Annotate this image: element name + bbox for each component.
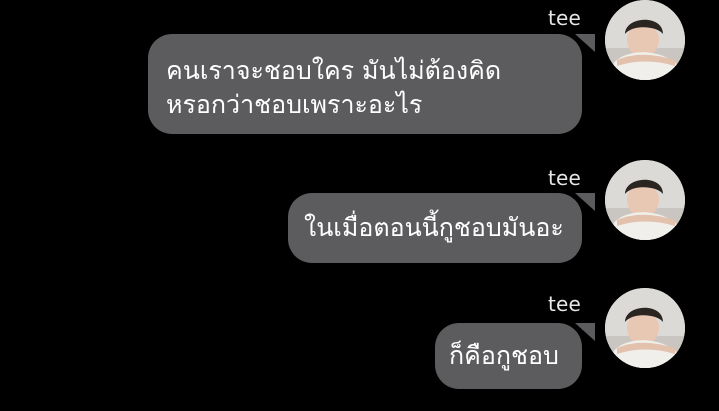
message-bubble[interactable]: ก็คือกูชอบ	[435, 323, 582, 389]
profile-photo-icon	[605, 160, 685, 240]
profile-photo-icon	[605, 288, 685, 368]
sender-name: tee	[547, 166, 581, 190]
bubble-tail	[575, 323, 595, 341]
profile-photo-icon	[605, 0, 685, 80]
avatar[interactable]	[605, 0, 685, 80]
sender-name: tee	[547, 6, 581, 30]
avatar[interactable]	[605, 288, 685, 368]
message-bubble[interactable]: ในเมื่อตอนนี้กูชอบมันอะ	[288, 193, 582, 263]
chat-thread: tee คนเราจะชอบใคร มันไม่ต้องคิด หรอกว่าช…	[0, 0, 719, 411]
bubble-tail	[575, 34, 595, 52]
message-bubble[interactable]: คนเราจะชอบใคร มันไม่ต้องคิด หรอกว่าชอบเพ…	[148, 34, 582, 134]
sender-name: tee	[547, 292, 581, 316]
bubble-tail	[575, 193, 595, 211]
avatar[interactable]	[605, 160, 685, 240]
